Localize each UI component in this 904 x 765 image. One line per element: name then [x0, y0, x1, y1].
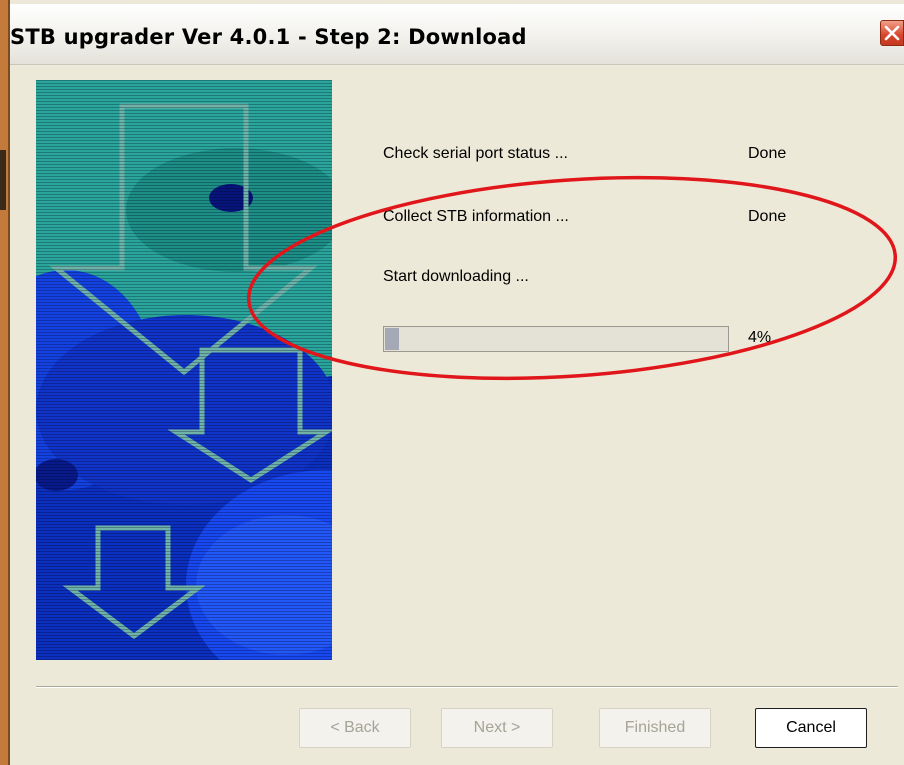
window-title: STB upgrader Ver 4.0.1 - Step 2: Downloa… — [10, 25, 527, 49]
step-status-serial-port: Done — [748, 145, 787, 162]
step-label-collect-info: Collect STB information ... — [383, 208, 569, 225]
cancel-button[interactable]: Cancel — [755, 708, 867, 748]
background-window-edge-dark — [0, 150, 6, 210]
back-button[interactable]: < Back — [299, 708, 411, 748]
step-label-serial-port: Check serial port status ... — [383, 145, 568, 162]
step-status-collect-info: Done — [748, 208, 787, 225]
step-label-downloading: Start downloading ... — [383, 268, 529, 285]
banner-scanlines — [36, 80, 332, 660]
close-button[interactable] — [880, 20, 904, 46]
finished-button[interactable]: Finished — [599, 708, 711, 748]
close-x-icon — [884, 25, 900, 41]
background-window-edge — [0, 0, 10, 765]
upgrader-dialog: STB upgrader Ver 4.0.1 - Step 2: Downloa… — [10, 4, 904, 765]
button-separator — [36, 686, 898, 688]
download-progress-bar — [383, 326, 729, 352]
download-progress-fill — [385, 328, 399, 350]
next-button[interactable]: Next > — [441, 708, 553, 748]
title-bar[interactable]: STB upgrader Ver 4.0.1 - Step 2: Downloa… — [10, 4, 904, 65]
download-banner-image — [36, 80, 332, 660]
download-progress-percent: 4% — [748, 329, 772, 346]
